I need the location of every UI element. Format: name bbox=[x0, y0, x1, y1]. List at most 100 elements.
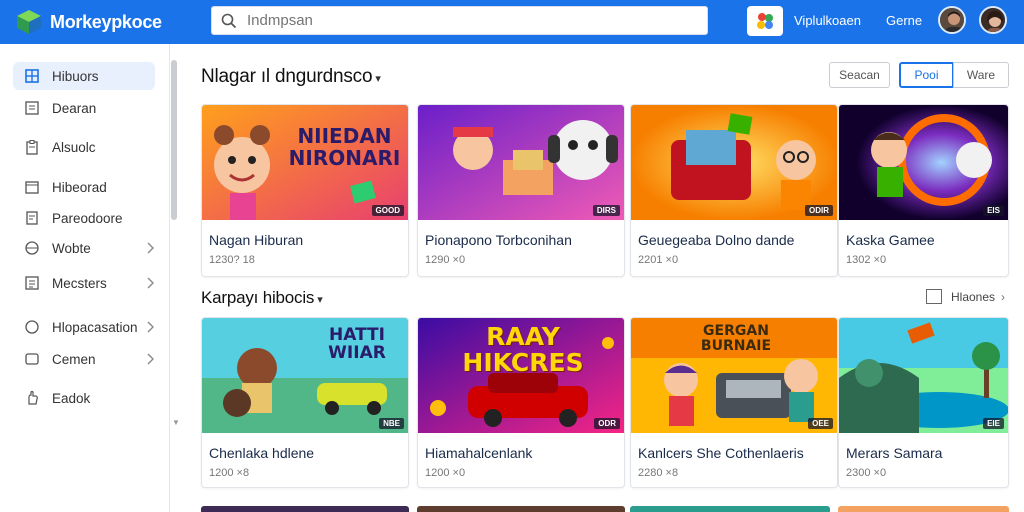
card-title: Hiamahalcenlank bbox=[425, 445, 533, 461]
search-bar[interactable] bbox=[211, 6, 708, 35]
sidebar-item-pareodoore[interactable]: Pareodoore bbox=[13, 204, 155, 232]
card-meta: 1200 ×8 bbox=[209, 467, 250, 479]
card-meta: 1290 ×0 bbox=[425, 254, 466, 266]
game-card[interactable]: EIS Kaska Gamee 1302 ×0 bbox=[838, 104, 1009, 277]
sidebar-item-dearan[interactable]: Dearan bbox=[13, 94, 155, 122]
card-title: Nagan Hiburan bbox=[209, 232, 304, 248]
sidebar-item-hlopacasation[interactable]: Hlopacasation bbox=[13, 313, 155, 341]
sidebar-item-hibeorad[interactable]: Hibeorad bbox=[13, 173, 155, 201]
sidebar-item-eadok[interactable]: Eadok bbox=[13, 384, 155, 412]
card-title: Merars Samara bbox=[846, 445, 943, 461]
card-meta: 2300 ×0 bbox=[846, 467, 887, 479]
chevron-right-icon: › bbox=[1001, 289, 1006, 304]
section-title-2[interactable]: Karpayı hibocis ▾ bbox=[201, 288, 323, 308]
sidebar-item-alsuolc[interactable]: Alsuolc bbox=[13, 133, 155, 161]
thumbnail-title-text: RAAY HIKCRES bbox=[462, 322, 584, 377]
avatar-2[interactable] bbox=[979, 6, 1007, 34]
scroll-down-arrow-icon[interactable]: ▼ bbox=[172, 418, 180, 427]
search-icon bbox=[221, 13, 237, 28]
game-card[interactable]: ODIR Geuegeaba Dolno dande 2201 ×0 bbox=[630, 104, 838, 277]
rating-badge: EIE bbox=[983, 418, 1004, 429]
card-meta: 1302 ×0 bbox=[846, 254, 887, 266]
game-card[interactable]: DIRS Pionapono Torbconihan 1290 ×0 bbox=[417, 104, 625, 277]
game-thumbnail: NIIEDAN NIRONARI GOOD bbox=[202, 105, 408, 220]
card-title: Kanlcers She Cothenlaeris bbox=[638, 445, 804, 461]
game-card-peek[interactable] bbox=[630, 506, 830, 512]
see-more-link[interactable]: Hlaones › bbox=[926, 289, 1005, 304]
game-thumbnail: DIRS bbox=[418, 105, 624, 220]
chevron-right-icon bbox=[147, 242, 154, 254]
game-card[interactable]: NIIEDAN NIRONARI GOOD Nagan Hiburan 1230… bbox=[201, 104, 409, 277]
sidebar-item-mecsters[interactable]: Mecsters bbox=[13, 269, 155, 297]
chevron-down-icon: ▾ bbox=[317, 294, 323, 306]
checkbox-icon bbox=[926, 289, 942, 304]
cube-logo-icon bbox=[17, 10, 41, 34]
rating-badge: EIS bbox=[983, 205, 1004, 216]
sidebar-item-cemen[interactable]: Cemen bbox=[13, 345, 155, 373]
list-icon bbox=[25, 276, 39, 290]
section-title-1[interactable]: Nlagar ıl dngurdnsco ▾ bbox=[201, 66, 381, 88]
game-card[interactable]: HATTI WIIAR NBE Chenlaka hdlene 1200 ×8 bbox=[201, 317, 409, 488]
circle-icon bbox=[25, 320, 39, 334]
game-art-image bbox=[418, 105, 624, 220]
card-title: Pionapono Torbconihan bbox=[425, 232, 572, 248]
apps-button[interactable] bbox=[747, 6, 783, 36]
filter-button-3[interactable]: Ware bbox=[953, 62, 1009, 88]
rating-badge: DIRS bbox=[592, 205, 620, 216]
chevron-down-icon: ▾ bbox=[375, 73, 381, 85]
search-input[interactable] bbox=[247, 12, 687, 29]
chevron-right-icon bbox=[147, 277, 154, 289]
person-avatar-icon bbox=[981, 8, 1005, 32]
game-card-peek[interactable] bbox=[417, 506, 625, 512]
app-name: Morkeypkoce bbox=[50, 11, 162, 32]
sidebar-scrollbar[interactable] bbox=[171, 60, 177, 220]
rating-badge: ODR bbox=[594, 418, 620, 429]
rating-badge: GOOD bbox=[371, 205, 404, 216]
sidebar-item-label: Dearan bbox=[52, 100, 97, 116]
sidebar-item-label: Cemen bbox=[52, 351, 96, 367]
section-title-text: Karpayı hibocis bbox=[201, 288, 315, 307]
document-icon bbox=[25, 101, 39, 115]
clipboard-icon bbox=[26, 140, 38, 155]
card-meta: 1230? 18 bbox=[209, 254, 255, 266]
globe-icon bbox=[25, 241, 39, 255]
sidebar-item-hibuors[interactable]: Hibuors bbox=[13, 62, 155, 90]
game-thumbnail: EIE bbox=[839, 318, 1008, 433]
game-card[interactable]: GERGAN BURNAIE OEE Kanlcers She Cothenla… bbox=[630, 317, 838, 488]
file-icon bbox=[26, 211, 38, 225]
thumbnail-title-text: GERGAN BURNAIE bbox=[700, 323, 772, 354]
calendar-icon bbox=[25, 181, 39, 194]
top-link-2[interactable]: Gerne bbox=[886, 13, 922, 28]
game-art-image bbox=[839, 105, 1008, 220]
game-thumbnail: HATTI WIIAR NBE bbox=[202, 318, 408, 433]
sidebar-item-label: Mecsters bbox=[52, 275, 107, 291]
card-title: Geuegeaba Dolno dande bbox=[638, 232, 795, 248]
game-thumbnail: GERGAN BURNAIE OEE bbox=[631, 318, 837, 433]
person-avatar-icon bbox=[940, 8, 964, 32]
rating-badge: NBE bbox=[379, 418, 404, 429]
game-card[interactable]: RAAY HIKCRES ODR Hiamahalcenlank 1200 ×0 bbox=[417, 317, 625, 488]
sidebar-item-label: Alsuolc bbox=[52, 139, 96, 155]
filter-button-1[interactable]: Seacan bbox=[829, 62, 890, 88]
game-thumbnail: ODIR bbox=[631, 105, 837, 220]
top-link-1[interactable]: Viplulkoaen bbox=[794, 13, 861, 28]
sidebar-item-wobte[interactable]: Wobte bbox=[13, 234, 155, 262]
grid-icon bbox=[25, 69, 39, 83]
game-art-image bbox=[839, 318, 1008, 433]
filter-button-2[interactable]: Pooi bbox=[899, 62, 954, 88]
avatar-1[interactable] bbox=[938, 6, 966, 34]
card-title: Chenlaka hdlene bbox=[209, 445, 315, 461]
game-card-peek[interactable] bbox=[201, 506, 409, 512]
game-card-peek[interactable] bbox=[838, 506, 1009, 512]
logo[interactable]: Morkeypkoce bbox=[16, 9, 196, 35]
see-more-label: Hlaones bbox=[951, 289, 996, 304]
sidebar-item-label: Hibeorad bbox=[52, 179, 107, 195]
game-card[interactable]: EIE Merars Samara 2300 ×0 bbox=[838, 317, 1009, 488]
sidebar-item-label: Hibuors bbox=[52, 68, 99, 84]
game-art-image bbox=[631, 105, 837, 220]
rating-badge: ODIR bbox=[805, 205, 833, 216]
card-meta: 1200 ×0 bbox=[425, 467, 466, 479]
hand-icon bbox=[28, 390, 38, 405]
top-bar: Morkeypkoce Viplulkoaen Gerne bbox=[0, 0, 1024, 44]
rating-badge: OEE bbox=[808, 418, 833, 429]
